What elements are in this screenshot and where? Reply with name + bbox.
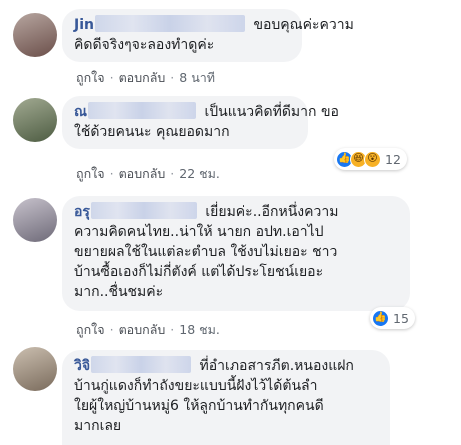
comment-text: เป็นแนวคิดที่ดีมาก ขอ (204, 104, 339, 120)
reply-link[interactable]: ตอบกลับ (119, 70, 166, 85)
reaction-count: 12 (385, 151, 401, 167)
avatar[interactable] (13, 13, 57, 57)
comment-bubble: วิจิ ที่อำเภอสารภีต.หนองแฝก บ้านกู่แดงก็… (62, 350, 390, 445)
avatar[interactable] (13, 347, 57, 391)
comment-text: เยี่ยมค่ะ..อีกหนึ่งความ (205, 204, 339, 220)
comment-bubble: Jin ขอบคุณค่ะความ คิดดีจริงๆจะลองทำดูค่ะ (62, 9, 354, 62)
reply-link[interactable]: ตอบกลับ (119, 166, 166, 181)
comment-text: ขอบคุณค่ะความ (253, 17, 354, 33)
blurred-name-redaction (91, 356, 192, 373)
commenter-name[interactable]: วิจิ (74, 358, 90, 374)
wow-icon: 😮 (364, 150, 381, 168)
reaction-summary[interactable]: 👍 15 (370, 307, 415, 329)
commenter-name[interactable]: อรุ (74, 204, 90, 220)
comment-text: มากเลย (74, 418, 122, 434)
comment-text: บ้านกู่แดงก็ทำถังขยะแบบนี้ฝังไว้ได้ต้นลำ (74, 378, 318, 394)
reaction-summary[interactable]: 👍 😆 😮 12 (334, 148, 407, 170)
comment-actions: ถูกใจ · ตอบกลับ · 8 นาที (76, 70, 216, 85)
avatar[interactable] (13, 198, 57, 242)
comment-actions: ถูกใจ · ตอบกลับ · 22 ชม. (76, 166, 220, 181)
reaction-count: 15 (393, 310, 409, 326)
comment-text: บ้านซื้อเองก็ไม่กี่ตังค์ แต่ได้ประโยชน์เ… (74, 264, 324, 280)
avatar[interactable] (13, 98, 57, 142)
like-link[interactable]: ถูกใจ (76, 166, 105, 181)
comment-text: มาก..ชื่นชมค่ะ (74, 284, 164, 300)
comment-text: ความคิดคนไทย..น่าให้ นายก อปท.เอาไป (74, 224, 324, 240)
comment-text: ใช้ด้วยคนนะ คุณยอดมาก (74, 124, 230, 140)
comment-text: ที่อำเภอสารภีต.หนองแฝก (199, 358, 354, 374)
blurred-name-redaction (88, 102, 196, 119)
like-icon: 👍 (372, 309, 389, 327)
blurred-name-redaction (94, 15, 245, 32)
comment-actions: ถูกใจ · ตอบกลับ · 18 ชม. (76, 322, 220, 337)
blurred-name-redaction (90, 202, 197, 219)
like-link[interactable]: ถูกใจ (76, 322, 105, 337)
comment-text: ขยายผลใช้ในแต่ละตำบล ใช้งบไม่เยอะ ชาว (74, 244, 338, 260)
reply-link[interactable]: ตอบกลับ (119, 322, 166, 337)
comment-timestamp[interactable]: 22 ชม. (179, 166, 220, 181)
comment-text: คิดดีจริงๆจะลองทำดูค่ะ (74, 37, 215, 53)
comment-text: ใยผู้ใหญ่บ้านหมู่6 ให้ลูกบ้านทำกันทุกคนด… (74, 398, 324, 414)
comment-bubble: อรุ เยี่ยมค่ะ..อีกหนึ่งความ ความคิดคนไทย… (62, 196, 410, 311)
comment-timestamp[interactable]: 8 นาที (179, 70, 215, 85)
like-link[interactable]: ถูกใจ (76, 70, 105, 85)
commenter-name[interactable]: Jin (74, 17, 94, 33)
comment-bubble: ณ เป็นแนวคิดที่ดีมาก ขอ ใช้ด้วยคนนะ คุณย… (62, 96, 339, 149)
commenter-name[interactable]: ณ (74, 104, 87, 120)
comment-timestamp[interactable]: 18 ชม. (179, 322, 220, 337)
